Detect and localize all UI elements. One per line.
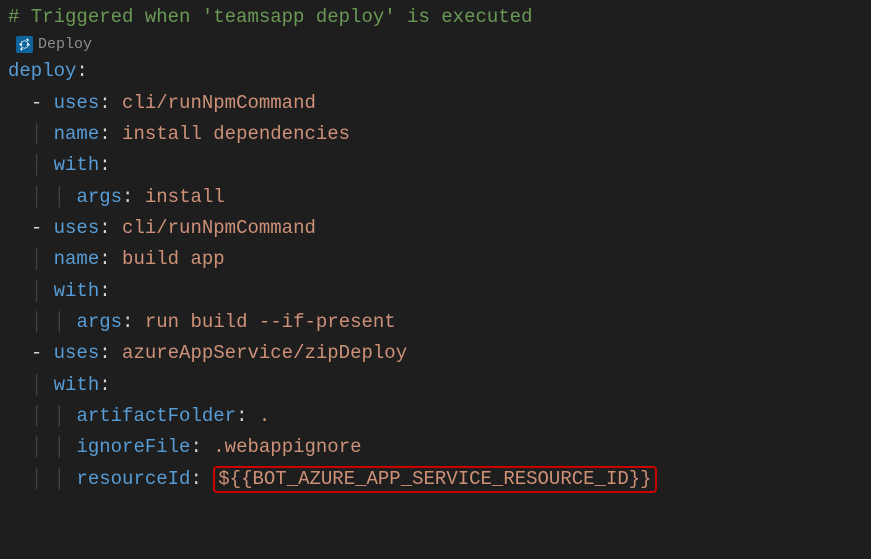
artifact-folder-key: artifactFolder <box>76 405 236 427</box>
item1-with-line: │ with: <box>8 276 863 307</box>
ignore-file-value: .webappignore <box>213 436 361 458</box>
item1-name-line: │ name: build app <box>8 244 863 275</box>
item0-args-line: │ │ args: install <box>8 182 863 213</box>
uses-key: uses <box>54 342 100 364</box>
code-editor-area[interactable]: # Triggered when 'teamsapp deploy' is ex… <box>8 2 863 495</box>
item0-with-line: │ with: <box>8 150 863 181</box>
uses-value: cli/runNpmCommand <box>122 217 316 239</box>
item1-uses-line: - uses: cli/runNpmCommand <box>8 213 863 244</box>
item2-with-line: │ with: <box>8 370 863 401</box>
name-key: name <box>54 248 100 270</box>
uses-key: uses <box>54 92 100 114</box>
artifact-folder-value: . <box>259 405 270 427</box>
args-key: args <box>76 311 122 333</box>
refresh-icon <box>16 36 33 53</box>
highlighted-value: ${{BOT_AZURE_APP_SERVICE_RESOURCE_ID}} <box>213 466 656 493</box>
resource-id-value: ${{BOT_AZURE_APP_SERVICE_RESOURCE_ID}} <box>218 468 651 490</box>
with-key: with <box>54 374 100 396</box>
deploy-key-line: deploy: <box>8 56 863 87</box>
item2-resource-line: │ │ resourceId: ${{BOT_AZURE_APP_SERVICE… <box>8 464 863 495</box>
item2-artifact-line: │ │ artifactFolder: . <box>8 401 863 432</box>
ignore-file-key: ignoreFile <box>76 436 190 458</box>
name-value: build app <box>122 248 225 270</box>
comment-line: # Triggered when 'teamsapp deploy' is ex… <box>8 2 863 33</box>
resource-id-key: resourceId <box>76 468 190 490</box>
codelens-deploy[interactable]: Deploy <box>8 34 863 55</box>
name-key: name <box>54 123 100 145</box>
yaml-comment: # Triggered when 'teamsapp deploy' is ex… <box>8 6 533 28</box>
uses-value: azureAppService/zipDeploy <box>122 342 407 364</box>
codelens-label: Deploy <box>38 34 92 55</box>
deploy-key: deploy <box>8 60 76 82</box>
item1-args-line: │ │ args: run build --if-present <box>8 307 863 338</box>
item2-ignore-line: │ │ ignoreFile: .webappignore <box>8 432 863 463</box>
with-key: with <box>54 280 100 302</box>
uses-value: cli/runNpmCommand <box>122 92 316 114</box>
args-key: args <box>76 186 122 208</box>
with-key: with <box>54 154 100 176</box>
item0-name-line: │ name: install dependencies <box>8 119 863 150</box>
item2-uses-line: - uses: azureAppService/zipDeploy <box>8 338 863 369</box>
item0-uses-line: - uses: cli/runNpmCommand <box>8 88 863 119</box>
name-value: install dependencies <box>122 123 350 145</box>
uses-key: uses <box>54 217 100 239</box>
args-value: run build --if-present <box>145 311 396 333</box>
args-value: install <box>145 186 225 208</box>
